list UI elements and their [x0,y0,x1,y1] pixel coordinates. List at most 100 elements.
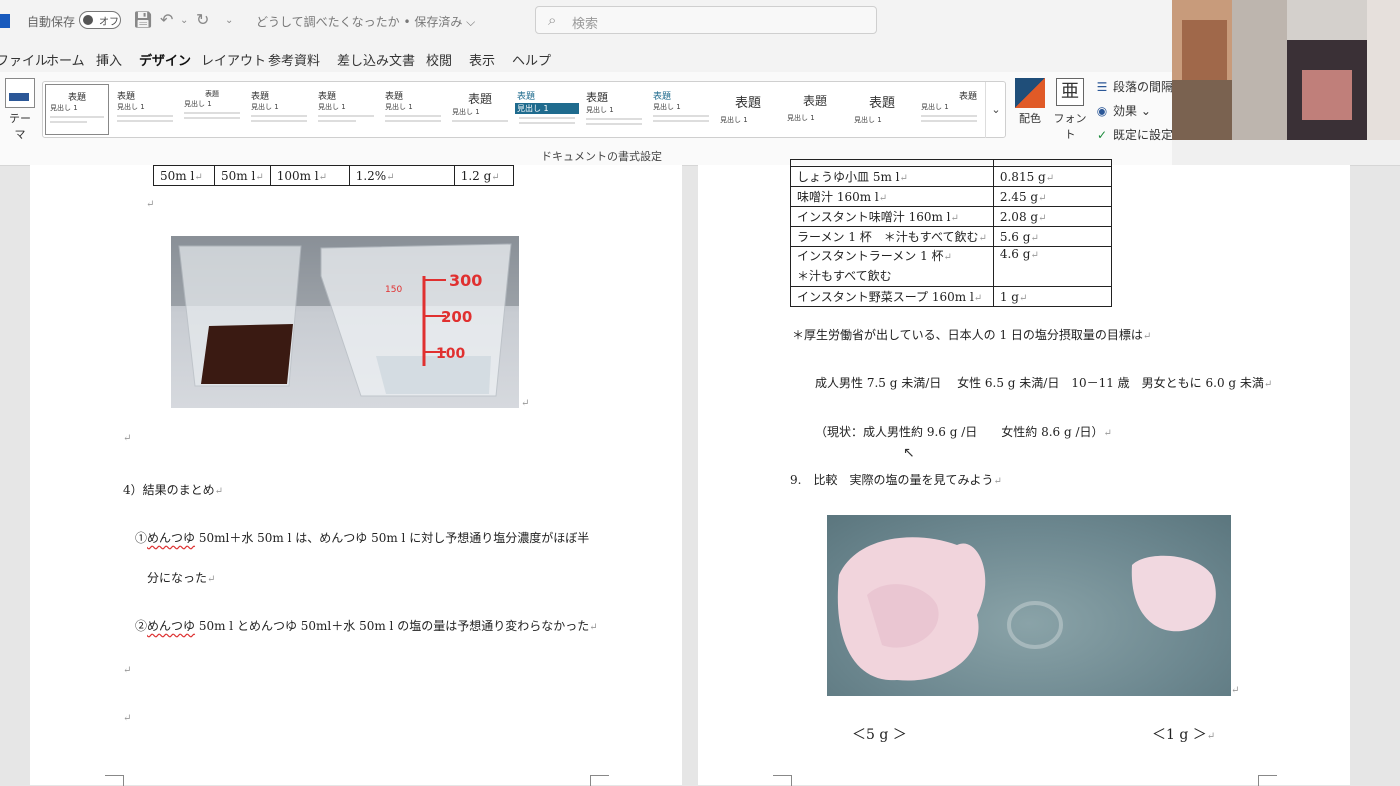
word-logo-icon [0,14,10,28]
tab-insert[interactable]: 挿入 [96,50,122,69]
intake-current[interactable]: （現状：成人男性約 9.6 g /日 女性約 8.6 g /日）↵ [815,423,1112,440]
table-cell[interactable]: 0.815 g↵ [992,166,1112,187]
table-cell[interactable]: 50m l↵ [214,165,271,186]
tab-view[interactable]: 表示 [469,50,495,69]
table-cell[interactable]: 4.6 g↵ [992,246,1112,287]
save-icon[interactable]: 💾︎ [133,10,153,29]
tab-home[interactable]: ホーム [46,50,85,69]
tab-layout[interactable]: レイアウト [201,50,266,69]
style-set-thumb[interactable]: 表題 見出し 1 [247,84,311,135]
document-page-right[interactable]: しょうゆ小皿 5m l↵ 0.815 g↵ 味噌汁 160m l↵ 2.45 g… [698,159,1350,786]
page-corner-mark [105,775,124,786]
webcam-overlay [1172,0,1400,140]
undo-dropdown-icon[interactable]: ⌄ [180,15,188,26]
tab-file[interactable]: ファイル [0,50,48,69]
style-set-thumb[interactable]: 表題 見出し 1 [716,84,780,135]
intake-note[interactable]: ＊厚生労働省が出している、日本人の 1 日の塩分摂取量の目標は↵ [792,326,1151,343]
style-set-thumb[interactable]: 表題 見出し 1 [917,84,981,135]
tab-mailings[interactable]: 差し込み文書 [337,50,415,69]
style-set-thumb[interactable]: 表題 見出し 1 [381,84,445,135]
tab-review[interactable]: 校閲 [426,50,452,69]
mouse-cursor-icon: ↖ [903,445,915,461]
thumb-heading: 見出し 1 [50,104,78,112]
gallery-more-button[interactable]: ⌄ [985,82,1006,138]
measuring-cup-illustration: 300 200 100 150 [171,236,519,397]
table-cell[interactable]: 1.2 g↵ [453,165,514,186]
style-set-thumb[interactable]: 表題 見出し 1 [783,84,847,135]
intake-target[interactable]: 成人男性 7.5 g 未満/日 女性 6.5 g 未満/日 10－11 歳 男女… [815,374,1272,391]
table-cell[interactable]: 100m l↵ [269,165,350,186]
style-set-thumb[interactable]: 表題 見出し 1 [113,84,177,135]
concentration-table: 50m l↵ 50m l↵ 100m l↵ 1.2%↵ 1.2 g↵ [153,165,514,186]
themes-button[interactable]: テーマ [4,78,36,142]
style-set-thumb[interactable]: 表題 見出し 1 [850,84,914,135]
table-row: 味噌汁 160m l↵ 2.45 g↵ [790,186,1112,207]
measuring-cup-photo[interactable]: 300 200 100 150 [171,236,519,408]
cup-mark-300: 300 [449,271,482,290]
customize-qat-icon[interactable]: ⌄ [225,15,233,26]
document-page-left[interactable]: 50m l↵ 50m l↵ 100m l↵ 1.2%↵ 1.2 g↵ ↵ 300… [30,165,682,786]
salt-comparison-photo[interactable] [827,515,1231,696]
thumb-heading: 見出し 1 [854,116,882,124]
style-set-thumb[interactable]: 表題 見出し 1 [448,84,512,135]
table-cell[interactable]: 2.08 g↵ [992,206,1112,227]
tab-design[interactable]: デザイン [139,50,192,75]
table-cell[interactable]: 1 g↵ [992,286,1112,307]
style-set-thumb[interactable]: 表題 見出し 1 [45,84,109,135]
tab-references[interactable]: 参考資料 [268,50,320,69]
table-cell[interactable]: インスタントラーメン 1 杯↵ ＊汁もすべて飲む [790,246,994,287]
table-cell [992,159,1112,167]
undo-icon[interactable]: ↶ [160,10,173,29]
thumb-line [184,112,240,114]
table-cell[interactable]: 味噌汁 160m l↵ [790,186,994,207]
thumb-title: 表題 [251,92,270,102]
thumb-heading: 見出し 1 [921,103,949,111]
style-set-thumb[interactable]: 表題 見出し 1 [582,84,646,135]
page-corner-mark [590,775,609,786]
redo-icon[interactable]: ↻ [196,10,209,29]
table-cell[interactable]: しょうゆ小皿 5m l↵ [790,166,994,187]
summary-point-1[interactable]: ①めんつゆ 50ml＋水 50m l は、めんつゆ 50m l に対し予想通り塩… [135,529,589,546]
colors-button[interactable]: 配色 [1014,78,1046,126]
table-cell[interactable]: ラーメン 1 杯 ＊汁もすべて飲む↵ [790,226,994,247]
table-row: インスタント野菜スープ 160m l↵ 1 g↵ [790,286,1112,307]
table-cell[interactable]: インスタント味噌汁 160m l↵ [790,206,994,227]
thumb-line [318,120,357,122]
tab-help[interactable]: ヘルプ [512,50,551,69]
thumb-title: 表題 [205,90,219,98]
paragraph-spacing-label: 段落の間隔 [1113,80,1174,94]
thumb-line [117,115,173,117]
paragraph-mark: ↵ [123,713,132,724]
summary-point-1-cont[interactable]: 分になった↵ [147,569,215,586]
thumb-title: 表題 [467,92,492,106]
style-set-thumb[interactable]: 表題 見出し 1 [180,84,244,135]
effects-button[interactable]: ◉ 効果 ⌄ [1095,102,1151,119]
style-set-thumb[interactable]: 表題 見出し 1 [649,84,713,135]
paragraph-spacing-button[interactable]: ☰ 段落の間隔 [1095,78,1173,95]
summary-point-2[interactable]: ②めんつゆ 50m l とめんつゆ 50ml＋水 50m l の塩の量は予想通り… [135,617,598,634]
style-set-thumb[interactable]: 表題 見出し 1 [515,84,579,135]
table-cell[interactable]: 1.2%↵ [348,165,455,186]
table-cell[interactable]: 50m l↵ [153,165,215,186]
caption-5g: ＜5 g ＞ [852,727,907,743]
ribbon-tabs: ファイル ホーム 挿入 デザイン レイアウト 参考資料 差し込み文書 校閲 表示… [0,42,1175,75]
table-row: インスタント味噌汁 160m l↵ 2.08 g↵ [790,206,1112,227]
autosave-toggle[interactable]: オフ [79,11,121,29]
thumb-heading: 見出し 1 [117,103,145,111]
style-set-thumb[interactable]: 表題 見出し 1 [314,84,378,135]
results-section-title[interactable]: 4）結果のまとめ↵ [123,481,223,498]
fonts-icon: 亜 [1056,78,1084,106]
table-cell[interactable]: 2.45 g↵ [992,186,1112,207]
paragraph-spacing-icon: ☰ [1096,80,1108,94]
table-cell[interactable]: 5.6 g↵ [992,226,1112,247]
search-box[interactable]: ⌕ 検索 [535,6,877,34]
fonts-button[interactable]: 亜 フォント [1053,78,1087,142]
document-title[interactable]: どうして調べたくなったか • 保存済み ⌵ [256,13,475,30]
set-default-button[interactable]: ✓ 既定に設定 [1095,126,1173,143]
paragraph-mark: ↵ [123,665,132,676]
thumb-line [251,115,307,117]
section-9-heading[interactable]: 9. 比較 実際の塩の量を見てみよう↵ [790,471,1002,488]
thumb-line [184,117,240,119]
paragraph-mark: ↵ [521,398,530,409]
table-cell[interactable]: インスタント野菜スープ 160m l↵ [790,286,994,307]
